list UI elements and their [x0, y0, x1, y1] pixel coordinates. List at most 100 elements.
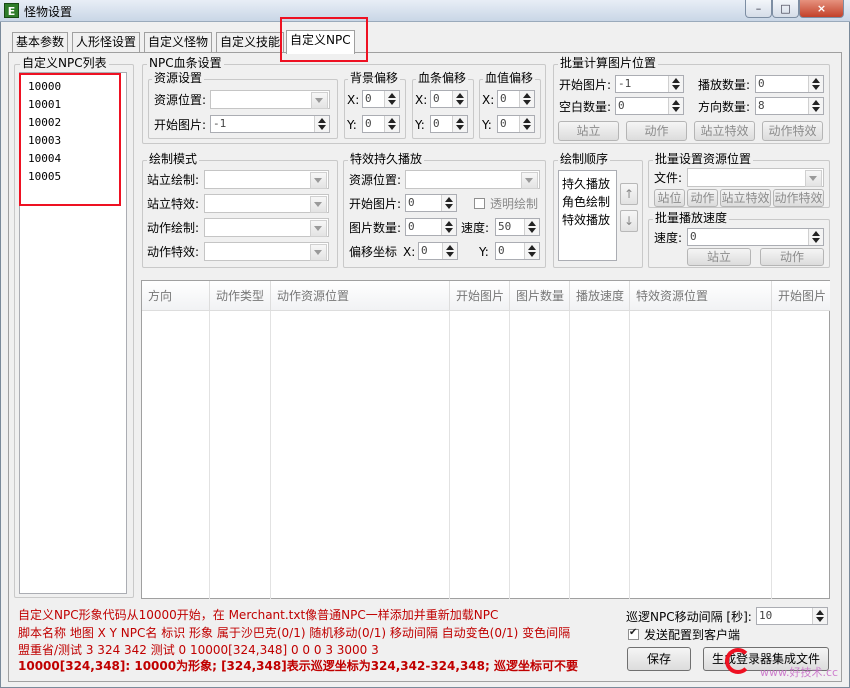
blank-count-spinner[interactable]: 0: [615, 97, 684, 115]
offset-x-value: 0: [421, 244, 428, 257]
tab-basic-params[interactable]: 基本参数: [12, 32, 69, 52]
column-header[interactable]: 特效资源位置: [630, 281, 772, 311]
bar-y-spinner[interactable]: 0: [430, 115, 468, 133]
resource-label: 资源设置: [152, 71, 205, 85]
send-config-checkbox[interactable]: [628, 627, 639, 640]
column-header[interactable]: 开始图片: [450, 281, 510, 311]
batch-stand-effect-button[interactable]: 站立特效: [694, 121, 755, 141]
spin-arrows-icon[interactable]: [808, 229, 823, 245]
spin-arrows-icon[interactable]: [442, 243, 457, 259]
bar-x-value: 0: [433, 92, 440, 105]
close-button[interactable]: ×: [799, 0, 844, 18]
res-action-button[interactable]: 动作: [687, 189, 718, 207]
chevron-down-icon: [805, 170, 822, 187]
bg-offset-label: 背景偏移: [348, 71, 401, 85]
column-header[interactable]: 动作类型: [210, 281, 271, 311]
list-item[interactable]: 持久播放: [562, 175, 610, 192]
spin-arrows-icon[interactable]: [524, 243, 539, 259]
res-stand-button[interactable]: 站位: [654, 189, 685, 207]
transparent-draw-checkbox[interactable]: [474, 198, 485, 209]
npc-list-highlight-annotation: [19, 73, 121, 206]
column-header[interactable]: 动作资源位置: [271, 281, 450, 311]
patrol-interval-value: 10: [759, 609, 773, 622]
bar-x-label: X:: [415, 93, 428, 107]
offset-y-spinner[interactable]: 0: [495, 242, 540, 260]
batch-res-label: 批量设置资源位置: [653, 152, 754, 166]
column-header[interactable]: 图片数量: [510, 281, 570, 311]
column-divider: [629, 311, 630, 599]
file-label: 文件:: [654, 171, 683, 185]
dir-count-spinner[interactable]: 8: [755, 97, 824, 115]
chevron-down-icon: [310, 220, 327, 237]
file-combo[interactable]: [687, 168, 824, 187]
effect-label: 特效持久播放: [348, 152, 425, 166]
bg-x-spinner[interactable]: 0: [362, 90, 400, 108]
spin-arrows-icon[interactable]: [452, 91, 467, 107]
action-draw-combo[interactable]: [204, 218, 329, 237]
spin-arrows-icon[interactable]: [524, 219, 539, 235]
column-header[interactable]: 开始图片: [772, 281, 830, 311]
batch-action-button[interactable]: 动作: [626, 121, 687, 141]
tab-custom-monster[interactable]: 自定义怪物: [144, 32, 213, 52]
bg-y-spinner[interactable]: 0: [362, 115, 400, 133]
spin-arrows-icon[interactable]: [384, 91, 399, 107]
maximize-button[interactable]: □: [772, 0, 799, 18]
bar-offset-label: 血条偏移: [416, 71, 469, 85]
list-item[interactable]: 特效播放: [562, 211, 610, 228]
val-x-spinner[interactable]: 0: [497, 90, 535, 108]
play-count-spinner[interactable]: 0: [755, 75, 824, 93]
spin-arrows-icon[interactable]: [384, 116, 399, 132]
spin-arrows-icon[interactable]: [808, 76, 823, 92]
spin-arrows-icon[interactable]: [314, 116, 329, 132]
chevron-down-icon: [311, 92, 328, 109]
action-table[interactable]: 方向 动作类型 动作资源位置 开始图片 图片数量 播放速度 特效资源位置 开始图…: [141, 280, 830, 599]
bar-x-spinner[interactable]: 0: [430, 90, 468, 108]
effect-start-spinner[interactable]: 0: [405, 194, 457, 212]
spin-arrows-icon[interactable]: [808, 98, 823, 114]
val-y-spinner[interactable]: 0: [497, 115, 535, 133]
chevron-down-icon: [310, 196, 327, 213]
tab-custom-skill[interactable]: 自定义技能: [216, 32, 285, 52]
save-button[interactable]: 保存: [627, 647, 691, 671]
minimize-button[interactable]: –: [745, 0, 772, 18]
spin-arrows-icon[interactable]: [812, 608, 827, 624]
patrol-interval-label: 巡逻NPC移动间隔 [秒]:: [626, 610, 752, 624]
spin-arrows-icon[interactable]: [441, 195, 456, 211]
speed-action-button[interactable]: 动作: [760, 248, 824, 266]
move-down-button[interactable]: ↓: [620, 210, 638, 232]
spin-arrows-icon[interactable]: [519, 116, 534, 132]
offset-x-spinner[interactable]: 0: [418, 242, 458, 260]
draw-order-label: 绘制顺序: [558, 152, 611, 166]
effect-pos-combo[interactable]: [405, 170, 540, 189]
start-image-spinner[interactable]: -1: [210, 115, 330, 133]
spin-arrows-icon[interactable]: [441, 219, 456, 235]
column-header[interactable]: 方向: [142, 281, 210, 311]
list-item[interactable]: 角色绘制: [562, 193, 610, 210]
patrol-interval-spinner[interactable]: 10: [756, 607, 828, 625]
stand-effect-combo[interactable]: [204, 194, 329, 213]
spin-arrows-icon[interactable]: [519, 91, 534, 107]
bg-y-value: 0: [365, 117, 372, 130]
spin-arrows-icon[interactable]: [452, 116, 467, 132]
column-header[interactable]: 播放速度: [570, 281, 630, 311]
batch-start-spinner[interactable]: -1: [615, 75, 684, 93]
move-up-button[interactable]: ↑: [620, 183, 638, 205]
res-stand-effect-button[interactable]: 站立特效: [720, 189, 771, 207]
spin-arrows-icon[interactable]: [668, 76, 683, 92]
spin-arrows-icon[interactable]: [668, 98, 683, 114]
resource-pos-combo[interactable]: [210, 90, 330, 109]
speed-stand-button[interactable]: 站立: [687, 248, 751, 266]
action-effect-combo[interactable]: [204, 242, 329, 261]
batch-action-effect-button[interactable]: 动作特效: [762, 121, 823, 141]
effect-count-spinner[interactable]: 0: [405, 218, 457, 236]
draw-mode-row-label: 站立绘制:: [147, 173, 200, 187]
bar-y-value: 0: [433, 117, 440, 130]
effect-speed-spinner[interactable]: 50: [495, 218, 540, 236]
draw-order-listbox[interactable]: 持久播放 角色绘制 特效播放: [558, 170, 617, 261]
res-action-effect-button[interactable]: 动作特效: [773, 189, 824, 207]
batch-calc-label: 批量计算图片位置: [558, 56, 659, 70]
batch-speed-spinner[interactable]: 0: [687, 228, 824, 246]
stand-draw-combo[interactable]: [204, 170, 329, 189]
tab-humanoid-monster[interactable]: 人形怪设置: [72, 32, 141, 52]
batch-stand-button[interactable]: 站立: [558, 121, 619, 141]
